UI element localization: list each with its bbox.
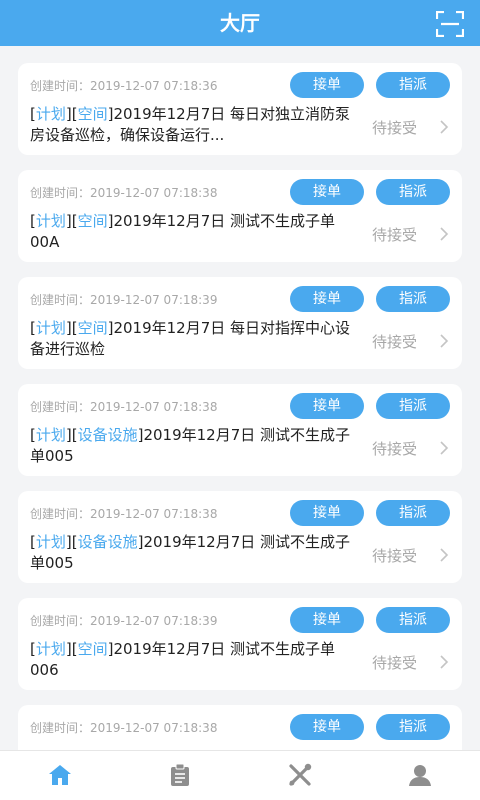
category-tag: 设备设施 [77, 426, 138, 444]
chevron-right-icon [440, 120, 449, 134]
chevron-right-icon [440, 227, 449, 241]
status-label: 待接受 [372, 654, 418, 672]
type-tag: 计划 [35, 319, 66, 337]
assign-button[interactable]: 指派 [376, 72, 450, 98]
assign-button[interactable]: 指派 [376, 714, 450, 740]
category-tag: 空间 [77, 212, 108, 230]
task-card[interactable]: 创建时间：2019-12-07 07:18:36 接单 指派 [计划][空间]2… [18, 63, 462, 155]
task-title: [计划][空间]2019年12月7日 测试不生成子单006 [30, 640, 336, 679]
tools-icon[interactable] [287, 763, 313, 787]
created-time: 创建时间：2019-12-07 07:18:38 [30, 400, 218, 414]
category-tag: 空间 [77, 105, 108, 123]
accept-button[interactable]: 接单 [290, 286, 364, 312]
chevron-right-icon [440, 548, 449, 562]
assign-button[interactable]: 指派 [376, 286, 450, 312]
task-card[interactable]: 创建时间：2019-12-07 07:18:38 接单 指派 [计划][设备设施… [18, 384, 462, 476]
page-title: 大厅 [220, 11, 260, 35]
status-label: 待接受 [372, 119, 418, 137]
status-label: 待接受 [372, 440, 418, 458]
category-tag: 空间 [77, 319, 108, 337]
accept-button[interactable]: 接单 [290, 500, 364, 526]
created-time: 创建时间：2019-12-07 07:18:39 [30, 293, 218, 307]
app-header: 大厅 [0, 0, 480, 46]
task-list[interactable]: 创建时间：2019-12-07 07:18:36 接单 指派 [计划][空间]2… [0, 46, 480, 750]
accept-button[interactable]: 接单 [290, 179, 364, 205]
type-tag: 计划 [35, 533, 66, 551]
type-tag: 计划 [35, 212, 66, 230]
category-tag: 设备设施 [77, 533, 138, 551]
created-time: 创建时间：2019-12-07 07:18:38 [30, 721, 218, 735]
assign-button[interactable]: 指派 [376, 179, 450, 205]
created-time: 创建时间：2019-12-07 07:18:39 [30, 614, 218, 628]
task-card[interactable]: 创建时间：2019-12-07 07:18:38 接单 指派 [计划][空间]2… [18, 170, 462, 262]
task-title: [计划][空间]2019年12月7日 测试不生成子单00A [30, 212, 336, 251]
home-icon[interactable] [47, 763, 73, 787]
type-tag: 计划 [35, 105, 66, 123]
type-tag: 计划 [35, 640, 66, 658]
category-tag: 空间 [77, 640, 108, 658]
bottom-tab-bar [0, 750, 480, 800]
accept-button[interactable]: 接单 [290, 714, 364, 740]
task-card[interactable]: 创建时间：2019-12-07 07:18:39 接单 指派 [计划][空间]2… [18, 598, 462, 690]
assign-button[interactable]: 指派 [376, 500, 450, 526]
chevron-right-icon [440, 655, 449, 669]
status-label: 待接受 [372, 333, 418, 351]
scan-icon[interactable] [436, 11, 464, 37]
accept-button[interactable]: 接单 [290, 393, 364, 419]
task-title: [计划][设备设施]2019年12月7日 测试不生成子单005 [30, 426, 351, 465]
status-label: 待接受 [372, 547, 418, 565]
status-label: 待接受 [372, 226, 418, 244]
task-title: [计划][空间]2019年12月7日 每日对指挥中心设备进行巡检 [30, 319, 351, 358]
task-card[interactable]: 创建时间：2019-12-07 07:18:39 接单 指派 [计划][空间]2… [18, 277, 462, 369]
task-title: [计划][设备设施]2019年12月7日 测试不生成子单005 [30, 533, 351, 572]
task-card[interactable]: 创建时间：2019-12-07 07:18:38 接单 指派 [计划][设备设施… [18, 491, 462, 583]
assign-button[interactable]: 指派 [376, 607, 450, 633]
type-tag: 计划 [35, 426, 66, 444]
created-time: 创建时间：2019-12-07 07:18:38 [30, 507, 218, 521]
task-title: [计划][空间]2019年12月7日 每日对独立消防泵房设备巡检，确保设备运行.… [30, 105, 351, 144]
accept-button[interactable]: 接单 [290, 72, 364, 98]
clipboard-icon[interactable] [167, 763, 193, 787]
accept-button[interactable]: 接单 [290, 607, 364, 633]
created-time: 创建时间：2019-12-07 07:18:36 [30, 79, 218, 93]
chevron-right-icon [440, 334, 449, 348]
created-time: 创建时间：2019-12-07 07:18:38 [30, 186, 218, 200]
task-card[interactable]: 创建时间：2019-12-07 07:18:38 接单 指派 [18, 705, 462, 750]
assign-button[interactable]: 指派 [376, 393, 450, 419]
chevron-right-icon [440, 441, 449, 455]
user-icon[interactable] [407, 763, 433, 787]
